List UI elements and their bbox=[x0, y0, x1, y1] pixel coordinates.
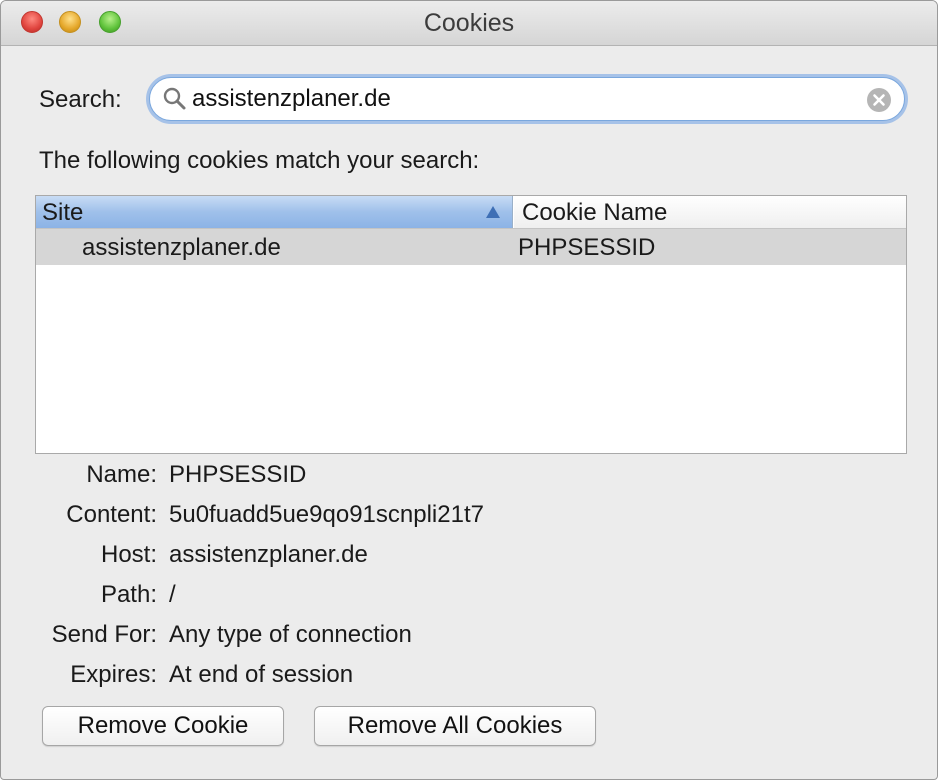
detail-expires-label: Expires: bbox=[70, 661, 157, 688]
detail-send-for: Send For: Any type of connection bbox=[1, 621, 937, 651]
column-header-cookie-name[interactable]: Cookie Name bbox=[514, 196, 906, 228]
detail-name-label: Name: bbox=[86, 461, 157, 488]
column-header-site-label: Site bbox=[42, 199, 84, 226]
column-header-site[interactable]: Site bbox=[36, 196, 513, 228]
window-title: Cookies bbox=[423, 9, 515, 37]
detail-expires-value: At end of session bbox=[169, 661, 354, 688]
search-icon bbox=[163, 87, 186, 110]
sort-ascending-icon bbox=[486, 206, 500, 218]
column-header-cookie-name-label: Cookie Name bbox=[522, 199, 668, 226]
table-row[interactable]: assistenzplaner.de PHPSESSID bbox=[36, 229, 906, 265]
cookies-window: Cookies Search: The following cookies ma… bbox=[0, 0, 938, 780]
detail-name-value: PHPSESSID bbox=[169, 461, 307, 488]
detail-expires: Expires: At end of session bbox=[1, 661, 937, 691]
detail-name: Name: PHPSESSID bbox=[1, 461, 937, 491]
cell-cookie-name: PHPSESSID bbox=[518, 234, 656, 261]
search-input[interactable] bbox=[192, 84, 852, 114]
remove-cookie-button[interactable]: Remove Cookie bbox=[42, 706, 284, 746]
detail-content: Content: 5u0fuadd5ue9qo91scnpli21t7 bbox=[1, 501, 937, 531]
detail-send-for-label: Send For: bbox=[51, 621, 157, 648]
search-field[interactable] bbox=[149, 77, 905, 121]
detail-content-label: Content: bbox=[66, 501, 157, 528]
remove-all-cookies-button[interactable]: Remove All Cookies bbox=[314, 706, 596, 746]
detail-send-for-value: Any type of connection bbox=[169, 621, 412, 648]
detail-host: Host: assistenzplaner.de bbox=[1, 541, 937, 571]
detail-host-label: Host: bbox=[100, 541, 157, 568]
cookies-table: Site Cookie Name assistenzplaner.de PHPS… bbox=[35, 195, 907, 454]
detail-path: Path: / bbox=[1, 581, 937, 611]
detail-path-label: Path: bbox=[100, 581, 157, 608]
clear-search-icon[interactable] bbox=[866, 87, 892, 113]
match-description: The following cookies match your search: bbox=[39, 147, 480, 174]
table-header: Site Cookie Name bbox=[36, 196, 906, 229]
search-label: Search: bbox=[39, 86, 122, 113]
detail-path-value: / bbox=[169, 581, 176, 608]
detail-content-value: 5u0fuadd5ue9qo91scnpli21t7 bbox=[169, 501, 484, 528]
cell-site: assistenzplaner.de bbox=[82, 234, 281, 261]
detail-host-value: assistenzplaner.de bbox=[169, 541, 368, 568]
title-bar: Cookies bbox=[1, 1, 937, 46]
